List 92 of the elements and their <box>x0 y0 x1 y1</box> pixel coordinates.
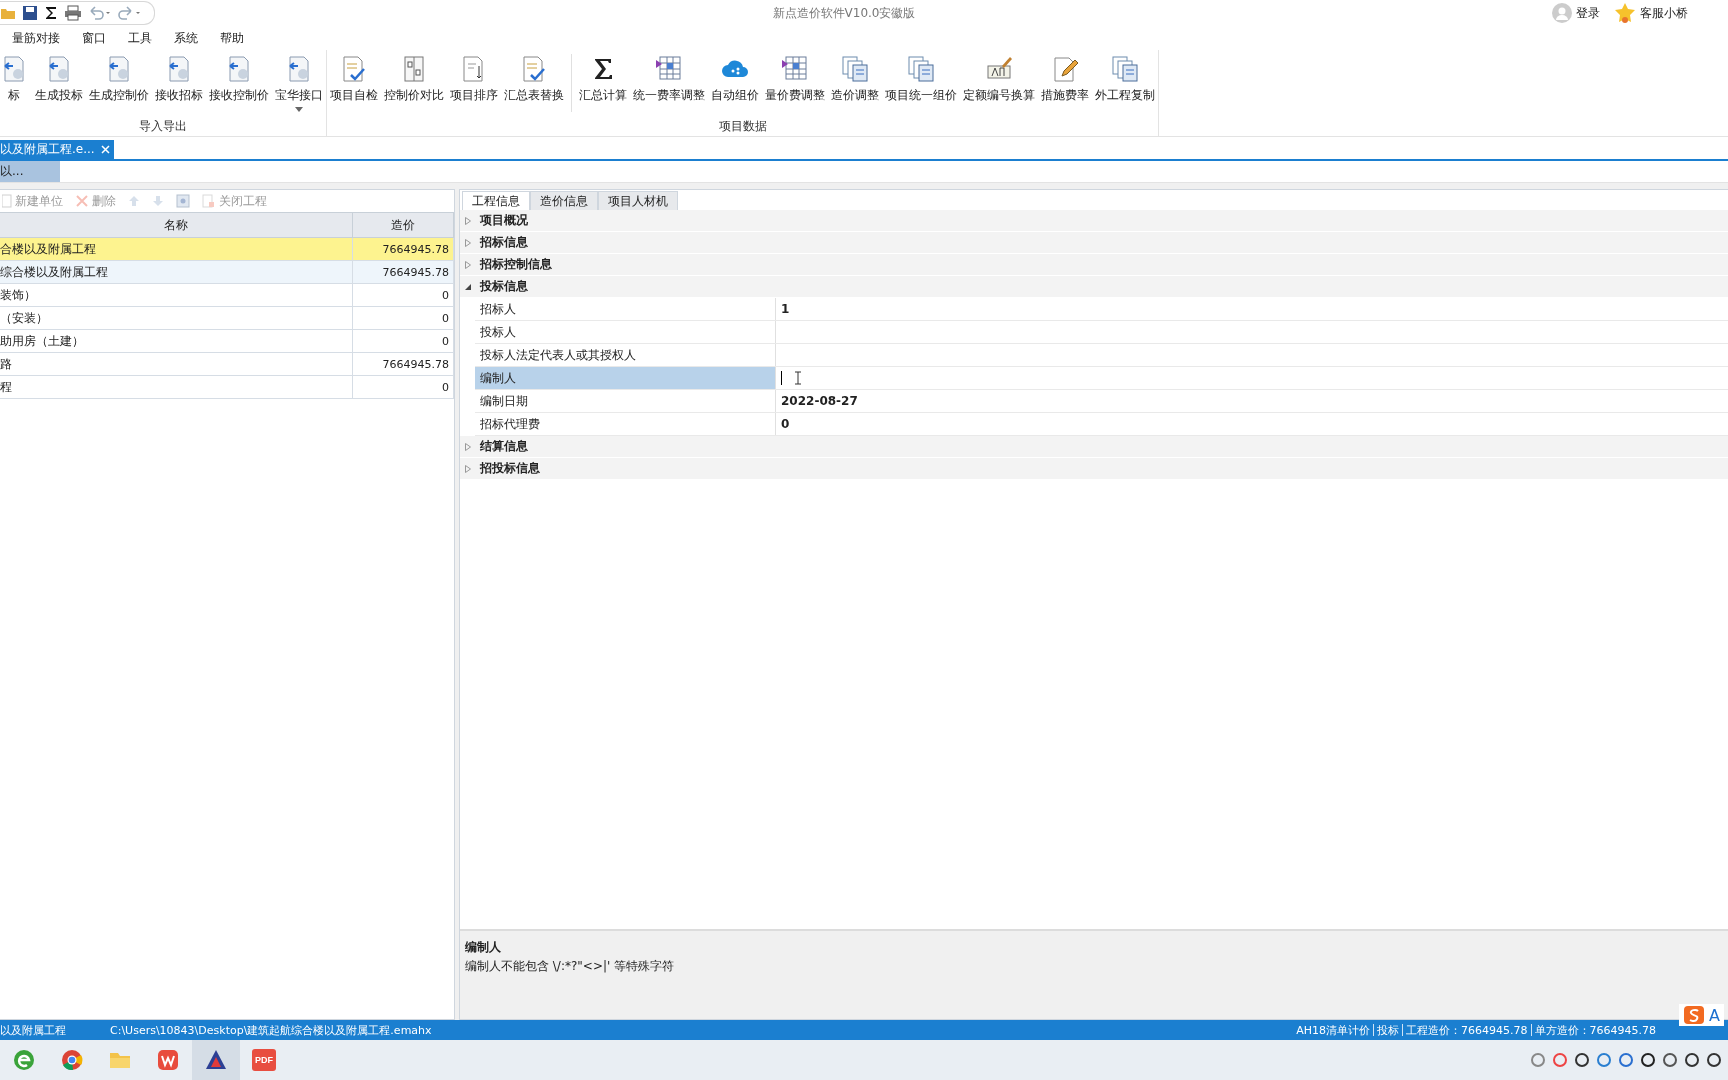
tab[interactable]: 工程信息 <box>462 191 530 210</box>
ribbon-button[interactable]: 措施费率 <box>1038 50 1092 104</box>
browser-icon <box>12 1048 36 1072</box>
column-header[interactable]: 名称 <box>0 212 353 238</box>
ribbon-button[interactable]: 生成投标 <box>32 50 86 104</box>
ribbon-button[interactable]: 造价调整 <box>828 50 882 104</box>
ribbon-button[interactable]: 接收控制价 <box>206 50 272 104</box>
ribbon-group-label: 项目数据 <box>718 119 767 133</box>
ribbon-button[interactable]: 接收招标 <box>152 50 206 104</box>
status-text: 以及附属工程 <box>0 1022 67 1038</box>
user-link[interactable]: 登录 <box>1576 4 1600 22</box>
document-tab[interactable]: 以及附属工程.e... <box>0 140 114 159</box>
redo-icon <box>118 5 142 21</box>
ribbon-button[interactable]: 项目自检 <box>327 50 381 104</box>
ime-toolbar[interactable]: A <box>1679 1004 1724 1026</box>
menu-item[interactable]: 系统 <box>166 29 212 47</box>
wps-icon <box>156 1048 180 1072</box>
column-header[interactable]: 造价 <box>352 212 454 238</box>
status-text: 投标 <box>1377 1022 1400 1038</box>
text-caret <box>781 371 782 385</box>
ribbon-button[interactable]: 定额编号换算 <box>960 50 1038 104</box>
table-cell: 合楼以及附属工程 <box>0 237 353 261</box>
section-title[interactable]: 结算信息 <box>480 438 528 455</box>
sigma-icon <box>44 5 58 21</box>
table-cell: 装饰） <box>0 283 353 307</box>
section-title[interactable]: 投标信息 <box>480 278 528 295</box>
triangle-app-icon <box>204 1048 228 1072</box>
ribbon-button[interactable]: 外工程复制 <box>1092 50 1158 104</box>
ribbon-button[interactable]: 自动组价 <box>708 50 762 104</box>
table-cell: 程 <box>0 375 353 399</box>
tab[interactable]: 项目人材机 <box>598 191 678 210</box>
status-text: AH18清单计价 <box>1296 1022 1371 1038</box>
expand-icon <box>464 442 472 451</box>
documents-icon <box>840 54 870 84</box>
taskbar-app[interactable]: PDF <box>240 1040 288 1080</box>
ribbon-button[interactable]: 量价费调整 <box>762 50 828 104</box>
section-title[interactable]: 招标信息 <box>480 234 528 251</box>
tab[interactable]: 造价信息 <box>530 191 598 210</box>
collapse-icon <box>464 282 472 291</box>
window-title: 新点造价软件V10.0安徽版 <box>772 4 916 22</box>
ime-logo-icon <box>1683 1005 1706 1025</box>
ribbon-button[interactable]: 生成控制价 <box>86 50 152 104</box>
undo-icon <box>88 5 112 21</box>
property-label: 编制人 <box>475 367 776 389</box>
ribbon-button[interactable]: 汇总表替换 <box>501 50 567 104</box>
chrome-icon <box>60 1048 84 1072</box>
section-title[interactable]: 招投标信息 <box>480 460 540 477</box>
delete-icon <box>75 194 89 208</box>
close-document-icon <box>202 194 216 208</box>
ribbon-group-label: 导入导出 <box>139 119 187 133</box>
menu-item[interactable]: 帮助 <box>212 29 258 47</box>
taskbar-app[interactable] <box>192 1040 240 1080</box>
status-text: 单方造价：7664945.78 <box>1534 1022 1656 1038</box>
documents-icon <box>906 54 936 84</box>
close-icon <box>100 145 110 154</box>
ribbon-button[interactable]: 项目统一组价 <box>882 50 960 104</box>
save-icon <box>22 5 38 21</box>
ribbon-button[interactable]: 汇总计算 <box>576 50 630 104</box>
status-text: 工程造价：7664945.78 <box>1406 1022 1528 1038</box>
expand-icon <box>464 238 472 247</box>
menu-item[interactable]: 窗口 <box>74 29 120 47</box>
status-text: C:\Users\10843\Desktop\建筑起航综合楼以及附属工程.emahx <box>110 1022 432 1038</box>
menu-item[interactable]: 工具 <box>120 29 166 47</box>
down-arrow-icon <box>152 195 164 207</box>
expand-icon <box>464 216 472 225</box>
user-link[interactable]: 客服小桥 <box>1640 4 1688 22</box>
menu-item[interactable]: 量筋对接 <box>4 29 74 47</box>
print-icon <box>64 5 82 21</box>
ribbon-button[interactable]: 控制价对比 <box>381 50 447 104</box>
documents-icon <box>1110 54 1140 84</box>
mascot-icon <box>1614 2 1636 24</box>
text-cursor-icon <box>794 371 802 385</box>
ribbon-button[interactable]: 标 <box>0 50 32 104</box>
section-title[interactable]: 招标控制信息 <box>480 256 552 273</box>
project-tab[interactable]: 以... <box>0 161 60 182</box>
section-title[interactable]: 项目概况 <box>480 212 528 229</box>
bin-icon <box>176 194 190 208</box>
table-cell: 助用房（土建） <box>0 329 353 353</box>
ribbon-button[interactable]: 项目排序 <box>447 50 501 104</box>
avatar-icon <box>1552 3 1572 23</box>
table-cell: （安装） <box>0 306 353 330</box>
description-text: 编制人不能包含 \/:*?"<>|' 等特殊字符 <box>465 958 676 975</box>
new-document-icon <box>2 194 12 208</box>
expand-icon <box>464 464 472 473</box>
up-arrow-icon <box>128 195 140 207</box>
description-title: 编制人 <box>465 939 502 956</box>
table-cell: 综合楼以及附属工程 <box>0 260 353 284</box>
pdf-icon: PDF <box>252 1049 276 1071</box>
ribbon-button[interactable]: 宝华接口 <box>272 50 326 112</box>
table-cell: 路 <box>0 352 353 376</box>
ribbon-button[interactable]: 统一费率调整 <box>630 50 708 104</box>
expand-icon <box>464 260 472 269</box>
